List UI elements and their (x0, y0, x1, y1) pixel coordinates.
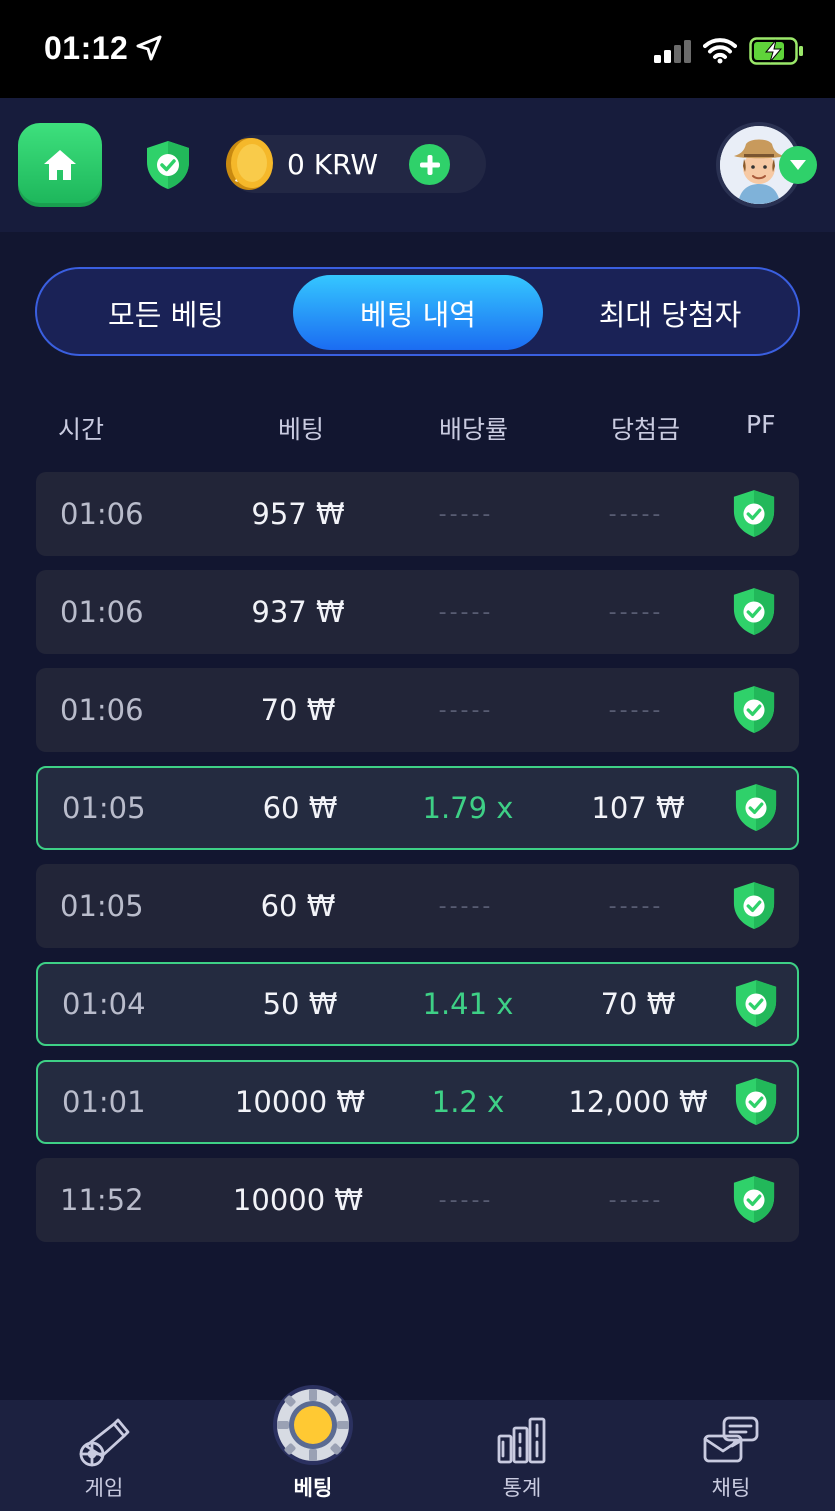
column-header-time: 시간 (58, 415, 105, 444)
nav-item-chat[interactable]: 채팅 (661, 1400, 801, 1511)
bet-history-row[interactable]: 01:06 957 ₩ ----- ----- (36, 472, 799, 556)
row-payout: 70 ₩ (600, 987, 676, 1021)
home-icon (44, 150, 76, 180)
nav-item-game[interactable]: 게임 (34, 1400, 174, 1511)
status-time: 01:12 (44, 30, 129, 66)
chevron-down-icon (790, 160, 806, 170)
bet-history-row[interactable]: 01:01 10000 ₩1.2 x 12,000 ₩ (36, 1060, 799, 1144)
bet-history-row[interactable]: 01:05 60 ₩ ----- ----- (36, 864, 799, 948)
column-header-pf: PF (746, 410, 776, 439)
nav-label-stats: 통계 (502, 1476, 542, 1500)
add-funds-button[interactable] (409, 144, 450, 185)
app-header: 0 KRW (0, 98, 835, 232)
row-pf-verify[interactable] (732, 964, 780, 1044)
row-payout: ----- (608, 697, 664, 723)
row-pf-verify[interactable] (730, 864, 778, 948)
avatar-menu-toggle[interactable] (779, 146, 817, 184)
nav-label-bets: 베팅 (293, 1476, 333, 1500)
nav-label-chat: 채팅 (711, 1476, 751, 1500)
provably-fair-shield-icon[interactable] (145, 140, 191, 190)
column-header-payout: 당첨금 (611, 415, 681, 444)
row-pf-verify[interactable] (730, 570, 778, 654)
bottom-nav: 게임 베팅 통계 채팅 (0, 1400, 835, 1511)
provably-fair-shield-icon (735, 1078, 777, 1125)
nav-label-game: 게임 (84, 1476, 124, 1500)
status-bar: 01:12 (0, 0, 835, 98)
plus-icon (419, 154, 440, 175)
row-payout: ----- (608, 893, 664, 919)
row-payout: ----- (608, 599, 664, 625)
row-pf-verify[interactable] (730, 472, 778, 556)
provably-fair-shield-icon (733, 1176, 775, 1223)
home-button[interactable] (18, 123, 102, 207)
provably-fair-shield-icon (733, 882, 775, 929)
cell-signal-icon (654, 40, 691, 63)
row-pf-verify[interactable] (732, 1062, 780, 1142)
row-payout: 107 ₩ (591, 791, 685, 825)
column-header-bet: 베팅 (278, 415, 325, 444)
tab-my-bets[interactable]: 베팅 내역 (293, 275, 543, 350)
wifi-icon (703, 38, 737, 64)
tab-all-bets[interactable]: 모든 베팅 (41, 275, 291, 350)
nav-item-stats[interactable]: 통계 (452, 1400, 592, 1511)
row-time: 11:52 (60, 1183, 144, 1217)
row-time: 01:06 (60, 693, 144, 727)
row-payout: ----- (608, 1187, 664, 1213)
provably-fair-shield-icon (733, 686, 775, 733)
row-time: 01:01 (62, 1085, 146, 1119)
provably-fair-shield-icon (735, 784, 777, 831)
coin-icon (226, 138, 273, 190)
bet-history-row[interactable]: 01:05 60 ₩1.79 x 107 ₩ (36, 766, 799, 850)
battery-charging-icon (749, 37, 803, 65)
casino-chip-icon[interactable] (272, 1384, 354, 1466)
row-payout: 12,000 ₩ (568, 1085, 708, 1119)
row-time: 01:06 (60, 497, 144, 531)
row-time: 01:04 (62, 987, 146, 1021)
row-time: 01:05 (60, 889, 144, 923)
row-pf-verify[interactable] (732, 768, 780, 848)
provably-fair-shield-icon (733, 588, 775, 635)
bet-history-row[interactable]: 01:06 70 ₩ ----- ----- (36, 668, 799, 752)
bar-chart-icon (497, 1417, 546, 1464)
row-pf-verify[interactable] (730, 1158, 778, 1242)
balance-amount: 0 KRW (287, 148, 379, 181)
row-time: 01:05 (62, 791, 146, 825)
row-payout: ----- (608, 501, 664, 527)
bet-tabs: 모든 베팅 베팅 내역 최대 당첨자 (35, 267, 800, 356)
row-pf-verify[interactable] (730, 668, 778, 752)
provably-fair-shield-icon (735, 980, 777, 1027)
column-header-odds: 배당률 (439, 415, 509, 444)
tab-top-winners[interactable]: 최대 당첨자 (545, 275, 795, 350)
bet-history-row[interactable]: 11:52 10000 ₩ ----- ----- (36, 1158, 799, 1242)
cannon-icon (79, 1418, 130, 1467)
provably-fair-shield-icon (733, 490, 775, 537)
location-arrow-icon (136, 35, 162, 61)
bet-history-row[interactable]: 01:06 937 ₩ ----- ----- (36, 570, 799, 654)
bet-history-row[interactable]: 01:04 50 ₩1.41 x 70 ₩ (36, 962, 799, 1046)
chat-icon (703, 1416, 759, 1463)
row-time: 01:06 (60, 595, 144, 629)
